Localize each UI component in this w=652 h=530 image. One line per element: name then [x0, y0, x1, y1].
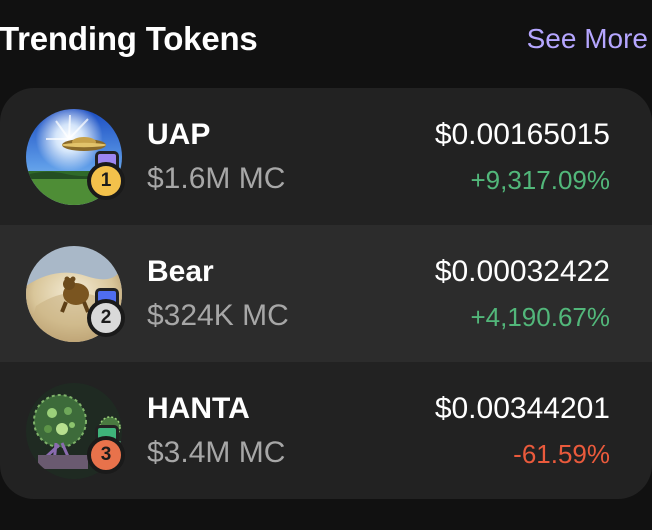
- token-price: $0.00032422: [434, 255, 610, 288]
- token-change: +9,317.09%: [470, 165, 610, 195]
- token-name: HANTA: [147, 392, 250, 425]
- section-header: Trending Tokens See More: [0, 18, 652, 64]
- see-more-link[interactable]: See More: [527, 23, 648, 55]
- trending-tokens-widget: Trending Tokens See More 1 UAP $1.6M MC …: [0, 0, 652, 530]
- token-change: -61.59%: [513, 439, 610, 469]
- rank-badge-3: 3: [87, 436, 125, 474]
- section-title: Trending Tokens: [0, 20, 258, 57]
- token-row-bear[interactable]: 2 Bear $324K MC $0.00032422 +4,190.67%: [0, 225, 652, 362]
- token-row-uap[interactable]: 1 UAP $1.6M MC $0.00165015 +9,317.09%: [0, 88, 652, 225]
- token-price: $0.00165015: [434, 118, 610, 151]
- token-market-cap: $1.6M MC: [147, 162, 286, 195]
- token-name: UAP: [147, 118, 211, 151]
- token-name: Bear: [147, 255, 214, 288]
- token-market-cap: $3.4M MC: [147, 436, 286, 469]
- rank-badge-1: 1: [87, 162, 125, 200]
- rank-badge-2: 2: [87, 299, 125, 337]
- token-market-cap: $324K MC: [147, 299, 289, 332]
- token-row-hanta[interactable]: 3 HANTA $3.4M MC $0.00344201 -61.59%: [0, 362, 652, 499]
- trending-tokens-card: 1 UAP $1.6M MC $0.00165015 +9,317.09% 2 …: [0, 88, 652, 499]
- token-price: $0.00344201: [434, 392, 610, 425]
- token-change: +4,190.67%: [470, 302, 610, 332]
